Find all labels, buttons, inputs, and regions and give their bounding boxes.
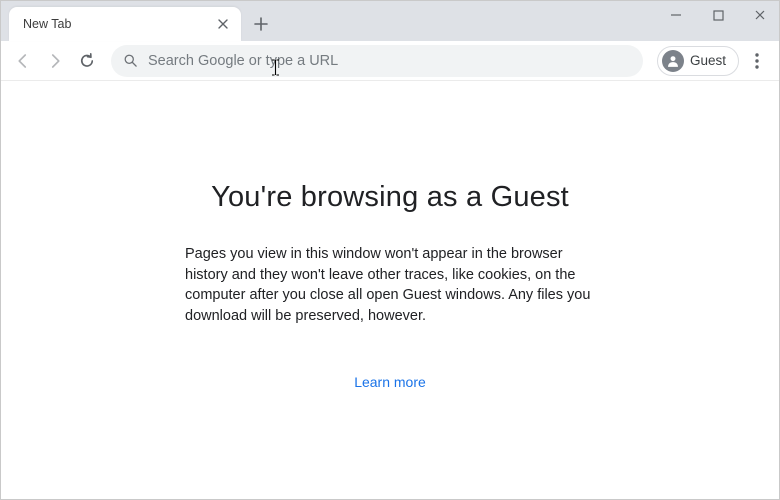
minimize-button[interactable] [661,3,691,27]
profile-label: Guest [690,53,726,68]
omnibox[interactable] [111,45,643,77]
page-content: You're browsing as a Guest Pages you vie… [1,81,779,499]
page-body-text: Pages you view in this window won't appe… [185,244,595,326]
maximize-button[interactable] [703,3,733,27]
avatar-icon [662,50,684,72]
page-heading: You're browsing as a Guest [211,181,569,214]
learn-more-link[interactable]: Learn more [354,374,426,390]
back-button[interactable] [9,47,37,75]
profile-chip[interactable]: Guest [657,46,739,76]
search-icon [123,53,138,68]
reload-button[interactable] [73,47,101,75]
address-input[interactable] [148,53,631,69]
window-close-button[interactable] [745,3,775,27]
tab-strip: New Tab [1,1,779,41]
new-tab-button[interactable] [247,10,275,38]
toolbar: Guest [1,41,779,81]
window-controls [661,3,775,27]
tab-title: New Tab [23,17,215,31]
menu-button[interactable] [743,47,771,75]
browser-window: New Tab [0,0,780,500]
close-tab-icon[interactable] [215,16,231,32]
tab-active[interactable]: New Tab [9,7,241,41]
forward-button[interactable] [41,47,69,75]
